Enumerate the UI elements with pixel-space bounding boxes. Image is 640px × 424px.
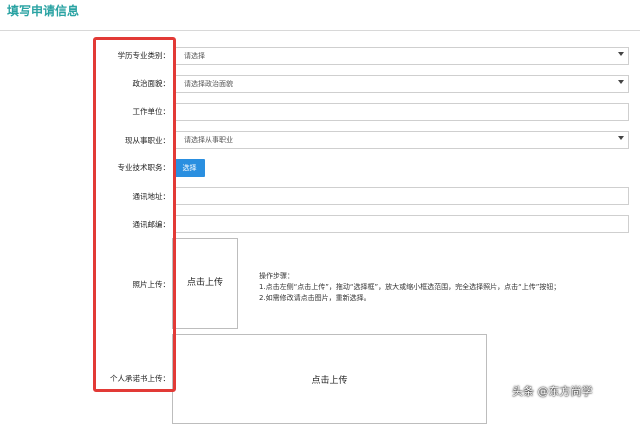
photo-upload-instructions: 操作步骤： 1.点击左侧“点击上传”，拖动“选择框”，放大或缩小框选范围，完全选… — [259, 271, 560, 304]
chevron-down-icon — [618, 52, 624, 56]
degree-category-value: 请选择 — [184, 52, 205, 60]
current-job-select[interactable]: 请选择从事职业 — [173, 131, 629, 149]
commitment-upload-label: 个人承诺书上传： — [110, 374, 170, 383]
photo-upload-label: 照片上传： — [132, 280, 171, 289]
chevron-down-icon — [618, 136, 624, 140]
commitment-upload-button[interactable]: 点击上传 — [172, 334, 487, 424]
address-input[interactable] — [173, 187, 629, 205]
current-job-label: 现从事职业： — [125, 136, 170, 145]
label-highlight-frame — [93, 37, 176, 392]
political-status-label: 政治面貌： — [132, 79, 171, 88]
technical-title-label: 专业技术职务： — [117, 163, 171, 172]
instruction-line: 2.如需修改请点击图片，重新选择。 — [259, 294, 371, 302]
postcode-input[interactable] — [173, 215, 629, 233]
work-unit-label: 工作单位： — [132, 107, 171, 116]
postcode-label: 通讯邮编： — [132, 220, 171, 229]
page-header: 填写申请信息 — [0, 0, 640, 31]
political-status-select[interactable]: 请选择政治面貌 — [173, 75, 629, 93]
instruction-line: 1.点击左侧“点击上传”，拖动“选择框”，放大或缩小框选范围，完全选择照片，点击… — [259, 283, 561, 291]
degree-category-label: 学历专业类别： — [117, 51, 171, 60]
watermark: 头条 @东方尚学 — [512, 385, 593, 398]
current-job-value: 请选择从事职业 — [184, 136, 233, 144]
chevron-down-icon — [618, 80, 624, 84]
political-status-value: 请选择政治面貌 — [184, 80, 233, 88]
work-unit-input[interactable] — [173, 103, 629, 121]
degree-category-select[interactable]: 请选择 — [173, 47, 629, 65]
page-title: 填写申请信息 — [7, 4, 80, 18]
technical-title-select-button[interactable]: 选择 — [174, 159, 205, 177]
instruction-line: 操作步骤： — [259, 272, 294, 280]
address-label: 通讯地址： — [132, 192, 171, 201]
commitment-upload-text: 点击上传 — [311, 376, 348, 386]
photo-upload-button[interactable]: 点击上传 — [172, 238, 238, 329]
